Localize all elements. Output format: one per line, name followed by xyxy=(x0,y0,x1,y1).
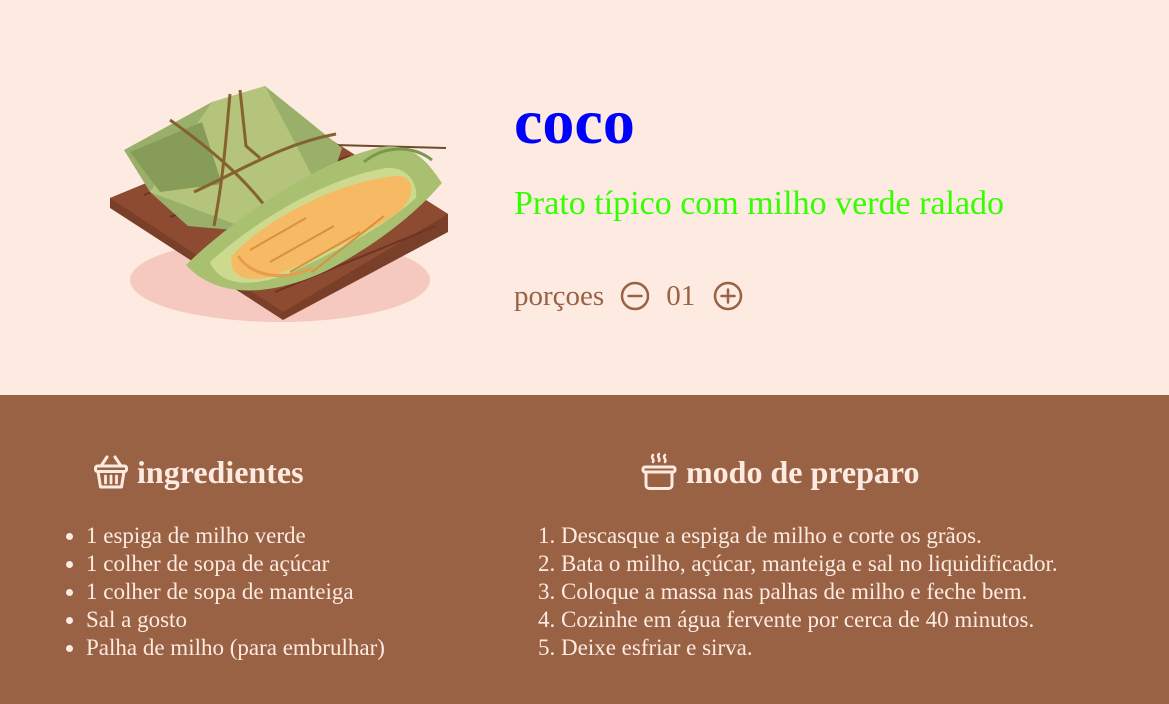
ingredient-item: Palha de milho (para embrulhar) xyxy=(86,634,385,662)
ingredients-list: 1 espiga de milho verde 1 colher de sopa… xyxy=(43,522,385,662)
decrease-portions-button[interactable] xyxy=(620,281,650,311)
portions-control: porçoes 01 xyxy=(514,276,743,316)
preparation-title: modo de preparo xyxy=(686,454,920,490)
pamonha-illustration xyxy=(100,80,460,340)
preparation-step: Coloque a massa nas palhas de milho e fe… xyxy=(561,578,1058,606)
cooking-pot-icon xyxy=(641,452,677,490)
preparation-step: Cozinhe em água fervente por cerca de 40… xyxy=(561,606,1058,634)
recipe-title: coco xyxy=(514,86,635,157)
ingredient-item: 1 colher de sopa de manteiga xyxy=(86,578,385,606)
recipe-subtitle: Prato típico com milho verde ralado xyxy=(514,185,1005,222)
ingredient-item: Sal a gosto xyxy=(86,606,385,634)
recipe-details: ingredientes modo de preparo 1 espiga de… xyxy=(0,395,1169,704)
ingredient-item: 1 colher de sopa de açúcar xyxy=(86,550,385,578)
preparation-step: Bata o milho, açúcar, manteiga e sal no … xyxy=(561,550,1058,578)
preparation-header: modo de preparo xyxy=(640,452,920,492)
preparation-step: Descasque a espiga de milho e corte os g… xyxy=(561,522,1058,550)
portions-label: porçoes xyxy=(514,279,605,312)
ingredients-header: ingredientes xyxy=(93,452,304,492)
minus-circle-icon xyxy=(620,281,650,311)
basket-icon xyxy=(94,455,128,489)
recipe-hero: coco Prato típico com milho verde ralado… xyxy=(0,0,1169,395)
preparation-steps: Descasque a espiga de milho e corte os g… xyxy=(510,522,1058,662)
increase-portions-button[interactable] xyxy=(713,281,743,311)
ingredients-title: ingredientes xyxy=(137,454,304,490)
preparation-step: Deixe esfriar e sirva. xyxy=(561,634,1058,662)
plus-circle-icon xyxy=(713,281,743,311)
portions-count: 01 xyxy=(666,279,696,312)
ingredient-item: 1 espiga de milho verde xyxy=(86,522,385,550)
